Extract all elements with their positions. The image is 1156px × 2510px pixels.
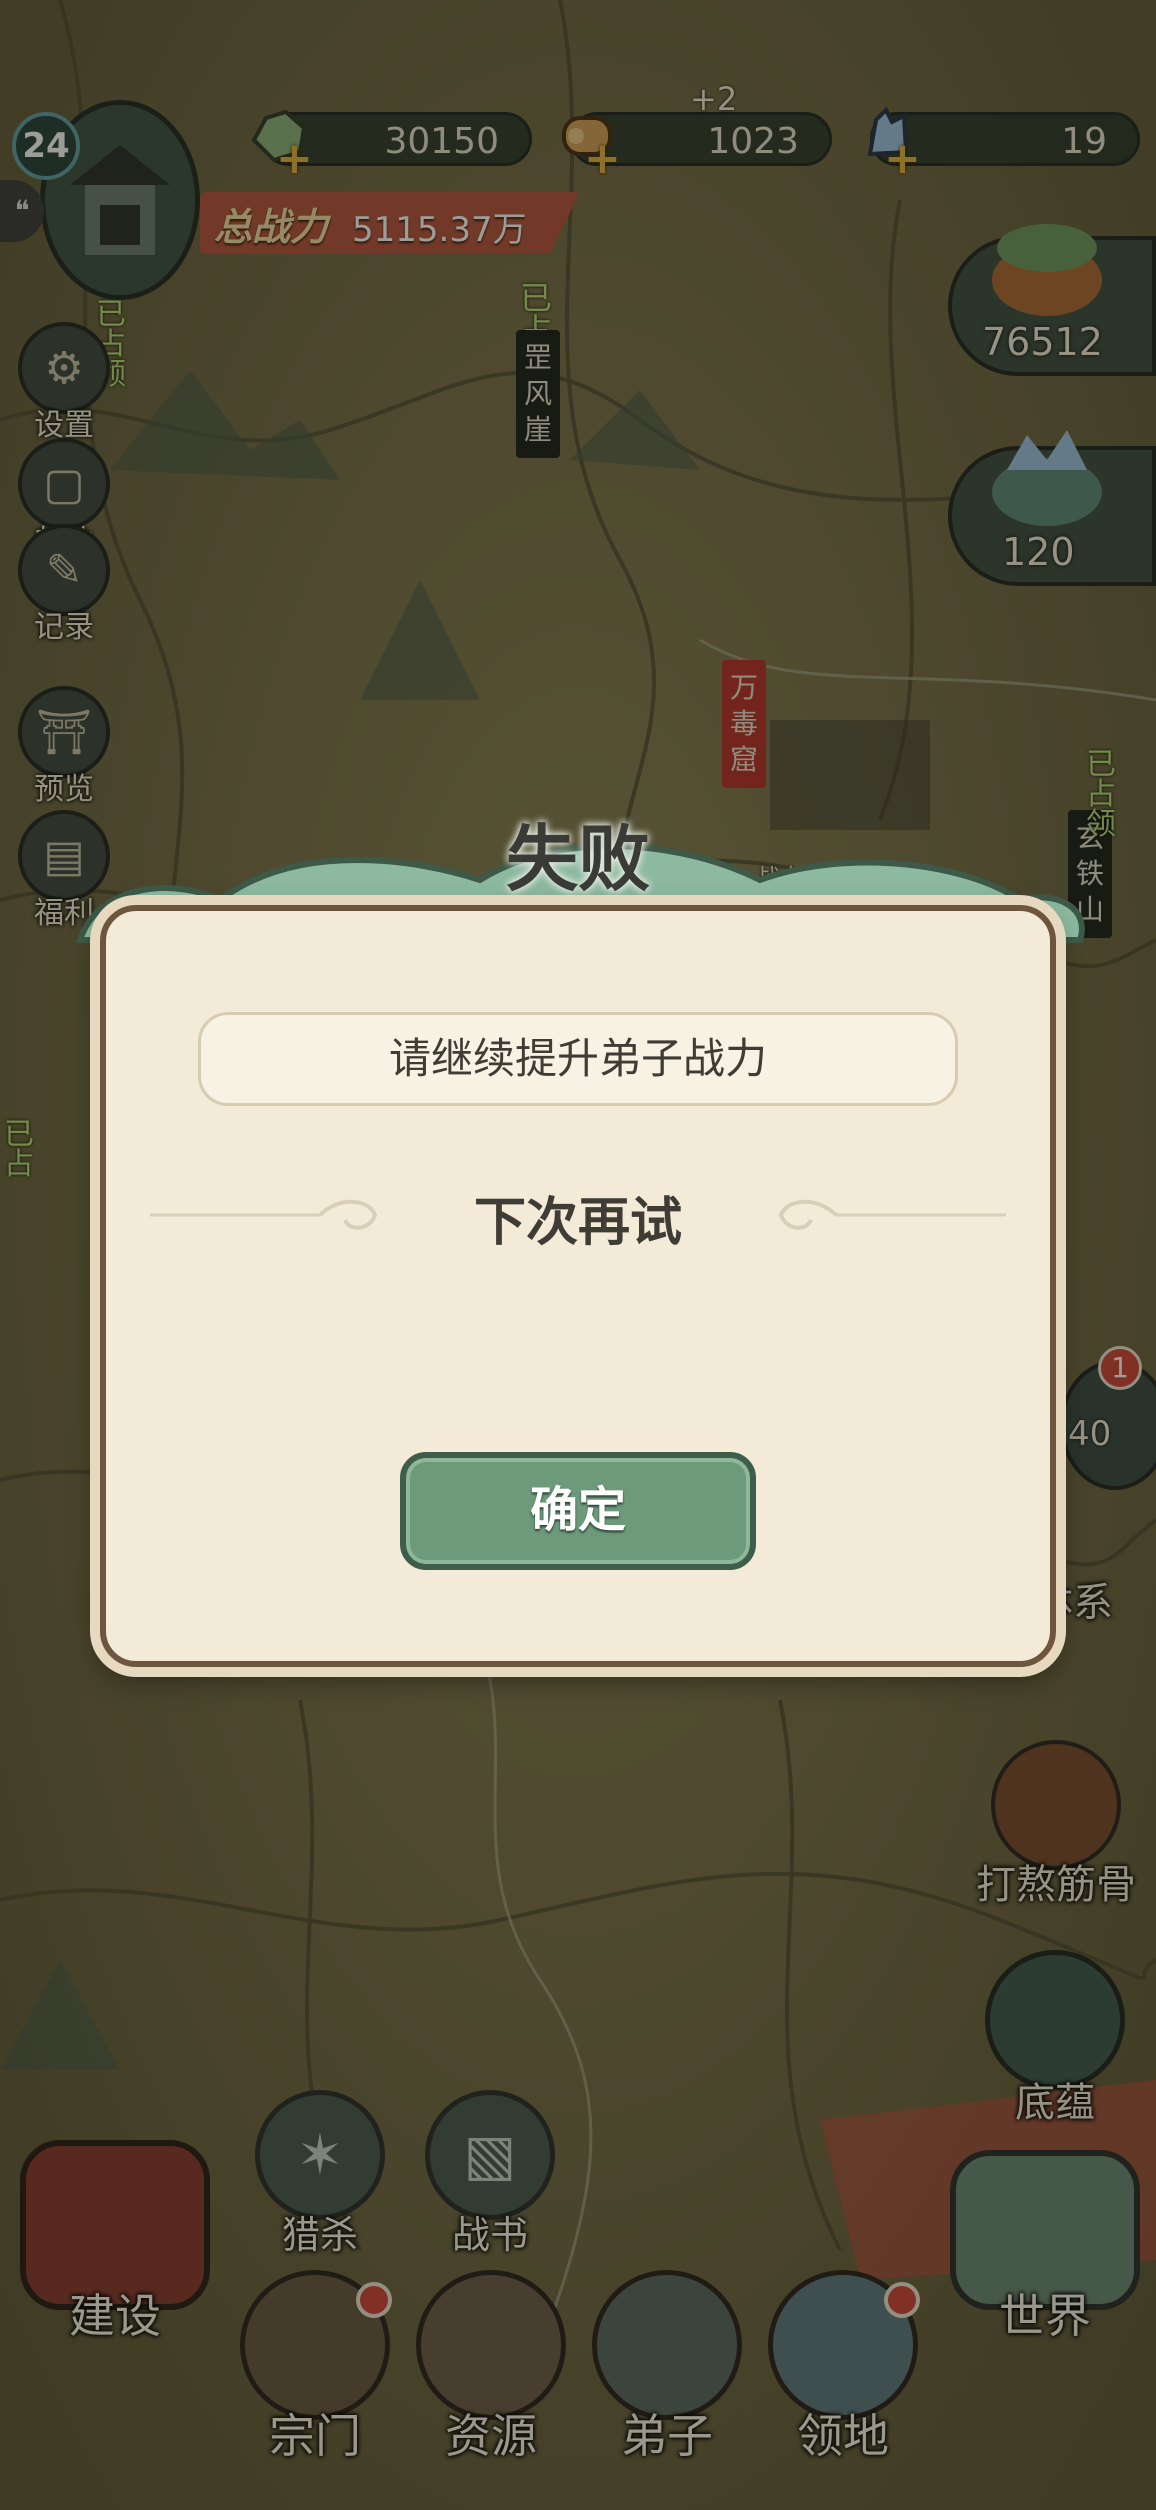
confirm-button[interactable]: 确定 xyxy=(400,1452,756,1570)
dialog-title: 失败 xyxy=(505,817,650,901)
divider-ornament-right xyxy=(778,1199,1006,1230)
dialog-message: 请继续提升弟子战力 xyxy=(198,1012,958,1106)
